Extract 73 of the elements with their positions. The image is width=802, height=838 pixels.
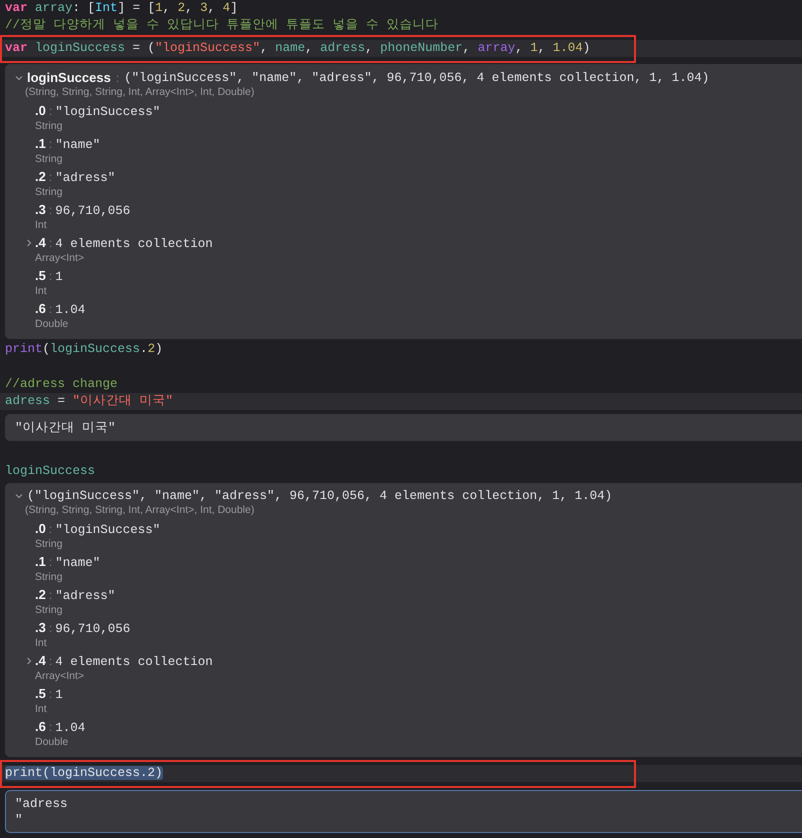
colon: : (48, 719, 52, 735)
colon: : (48, 620, 52, 636)
result-name: loginSuccess (27, 70, 111, 85)
colon: : (48, 169, 52, 185)
colon: : (48, 653, 52, 669)
code-line: loginSuccess (4, 463, 96, 480)
tuple-index: .6 (35, 301, 46, 317)
disclosure-icon[interactable] (25, 239, 33, 247)
colon: : (48, 268, 52, 284)
colon: : (116, 70, 120, 84)
result-type: (String, String, String, Int, Array<Int>, Int, Double) (25, 504, 254, 516)
tuple-value: 1 (55, 687, 63, 703)
colon: : (48, 587, 52, 603)
tuple-type: String (35, 604, 64, 617)
tuple-value: 4 elements collection (55, 236, 213, 252)
tuple-type: Int (35, 637, 48, 650)
colon: : (48, 301, 52, 317)
tuple-index: .1 (35, 554, 46, 570)
tuple-index: .4 (35, 653, 46, 669)
tuple-value: 1.04 (55, 720, 86, 736)
disclosure-icon[interactable] (15, 74, 23, 82)
tuple-value: "loginSuccess" (55, 104, 160, 120)
tuple-type: String (35, 571, 64, 584)
tuple-type: Int (35, 703, 48, 716)
tuple-type: Double (35, 736, 70, 749)
tuple-value: 96,710,056 (55, 621, 130, 637)
tuple-index: .1 (35, 136, 46, 152)
tuple-type: Int (35, 285, 48, 298)
result-value: "adress " (15, 796, 69, 828)
tuple-type: Int (35, 219, 48, 232)
tuple-value: 4 elements collection (55, 654, 213, 670)
code-line: //정말 다양하게 넣을 수 있답니다 튜플안에 튜플도 넣을 수 있습니다 (4, 17, 440, 34)
tuple-index: .5 (35, 268, 46, 284)
tuple-index: .0 (35, 103, 46, 119)
tuple-value: "name" (55, 555, 100, 571)
tuple-type: String (35, 538, 64, 551)
colon: : (48, 202, 52, 218)
result-type: (String, String, String, Int, Array<Int>, Int, Double) (25, 86, 254, 98)
tuple-value: "adress" (55, 588, 116, 604)
tuple-index: .3 (35, 620, 46, 636)
tuple-value: "name" (55, 137, 100, 153)
tuple-value: 1 (55, 269, 63, 285)
tuple-type: Array<Int> (35, 670, 86, 683)
colon: : (48, 103, 52, 119)
tuple-index: .6 (35, 719, 46, 735)
colon: : (48, 136, 52, 152)
tuple-value: "loginSuccess" (55, 522, 160, 538)
code-line: var array: [Int] = [1, 2, 3, 4] (4, 0, 239, 17)
tuple-value: 1.04 (55, 302, 86, 318)
tuple-type: Double (35, 318, 70, 331)
tuple-value: 96,710,056 (55, 203, 130, 219)
tuple-type: String (35, 186, 64, 199)
tuple-index: .2 (35, 169, 46, 185)
tuple-type: Array<Int> (35, 252, 86, 265)
disclosure-icon[interactable] (15, 492, 23, 500)
colon: : (48, 521, 52, 537)
tuple-index: .2 (35, 587, 46, 603)
tuple-index: .5 (35, 686, 46, 702)
colon: : (48, 235, 52, 251)
tuple-type: String (35, 153, 64, 166)
tuple-type: String (35, 120, 64, 133)
tuple-index: .3 (35, 202, 46, 218)
code-line: //adress change (4, 376, 119, 393)
colon: : (48, 686, 52, 702)
tuple-index: .0 (35, 521, 46, 537)
result-value: "이사간대 미국" (15, 420, 117, 436)
code-line: print(loginSuccess.2) (4, 341, 164, 358)
result-value: ("loginSuccess", "name", "adress", 96,710,056, 4 elements collection, 1, 1.04) (124, 70, 710, 84)
disclosure-icon[interactable] (25, 657, 33, 665)
tuple-value: "adress" (55, 170, 116, 186)
result-value: ("loginSuccess", "name", "adress", 96,710,056, 4 elements collection, 1, 1.04) (27, 489, 612, 503)
tuple-index: .4 (35, 235, 46, 251)
colon: : (48, 554, 52, 570)
